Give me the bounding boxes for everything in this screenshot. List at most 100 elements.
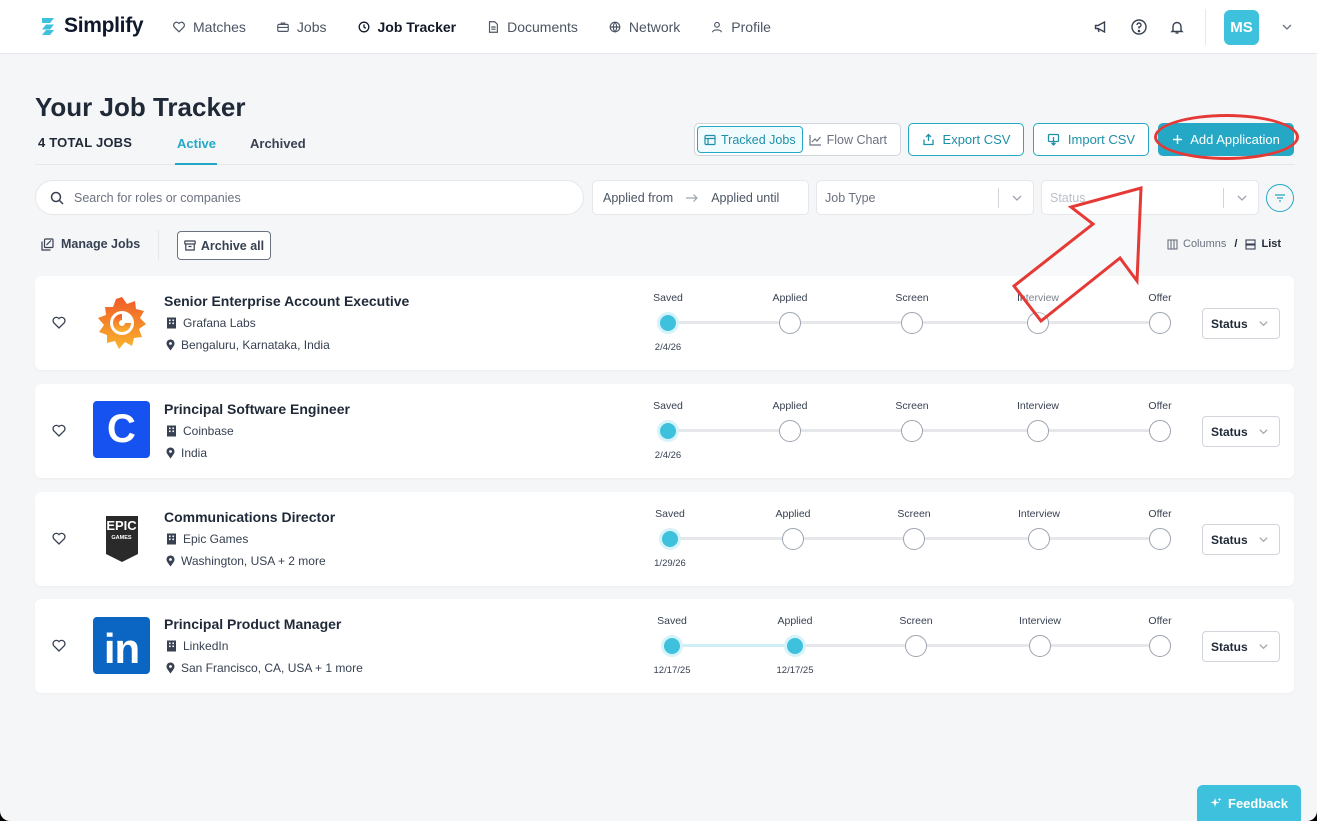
stage-dot-saved[interactable]: [661, 635, 683, 657]
flow-chart-toggle[interactable]: Flow Chart: [803, 126, 893, 153]
archive-all-button[interactable]: Archive all: [177, 231, 271, 260]
job-pipeline: Saved Applied Screen Interview Offer 12/…: [635, 599, 1195, 693]
tab-archived[interactable]: Archived: [250, 136, 306, 151]
annotation-ellipse: [1154, 114, 1299, 160]
heart-icon[interactable]: [52, 316, 66, 329]
heart-icon[interactable]: [52, 424, 66, 437]
tracker-icon: [358, 21, 369, 33]
stage-label-screen: Screen: [899, 615, 933, 627]
job-title[interactable]: Principal Product Manager: [164, 616, 341, 632]
status-dropdown[interactable]: Status: [1202, 416, 1280, 447]
job-title[interactable]: Senior Enterprise Account Executive: [164, 293, 409, 309]
nav-links: Matches Jobs Job Tracker Documents Netwo…: [172, 0, 801, 54]
nav-item-profile[interactable]: Profile: [710, 19, 771, 35]
help-icon[interactable]: [1129, 17, 1149, 37]
building-icon: [167, 640, 176, 652]
export-csv-label: Export CSV: [942, 132, 1011, 147]
columns-icon[interactable]: [1167, 238, 1178, 250]
stage-dot-saved[interactable]: [659, 528, 681, 550]
stage-date: 12/17/25: [653, 665, 691, 676]
applied-until-field[interactable]: Applied until: [711, 191, 779, 205]
job-location: Bengaluru, Karnataka, India: [166, 338, 330, 352]
company-name: Coinbase: [183, 424, 234, 438]
job-title[interactable]: Principal Software Engineer: [164, 401, 350, 417]
chevron-down-icon: [1259, 537, 1268, 543]
stage-label-screen: Screen: [895, 292, 929, 304]
stage-dot-screen[interactable]: [903, 528, 925, 550]
stage-dot-interview[interactable]: [1029, 635, 1051, 657]
manage-icon: [41, 237, 54, 251]
stage-dot-interview[interactable]: [1027, 420, 1049, 442]
nav-item-matches[interactable]: Matches: [172, 19, 246, 35]
feedback-button[interactable]: Feedback: [1197, 785, 1301, 821]
nav-item-jobs[interactable]: Jobs: [276, 19, 327, 35]
list-option[interactable]: List: [1261, 238, 1281, 250]
annotation-arrow: [1011, 186, 1143, 324]
user-icon: [712, 21, 723, 33]
tracked-jobs-toggle[interactable]: Tracked Jobs: [697, 126, 803, 153]
stage-dot-applied[interactable]: [779, 312, 801, 334]
layout-switch: Columns / List: [1167, 238, 1281, 250]
view-toggle: Tracked Jobs Flow Chart: [694, 123, 901, 156]
page-title: Your Job Tracker: [35, 92, 246, 122]
epic-logo-line1: EPIC: [106, 518, 137, 533]
stage-date: 12/17/25: [776, 665, 814, 676]
flow-chart-label: Flow Chart: [826, 132, 888, 147]
stage-dot-saved[interactable]: [657, 312, 679, 334]
heart-icon[interactable]: [52, 639, 66, 652]
job-company: Grafana Labs: [166, 316, 256, 330]
stage-dot-saved[interactable]: [657, 420, 679, 442]
megaphone-icon[interactable]: [1091, 17, 1111, 37]
chevron-down-icon[interactable]: [1277, 17, 1297, 37]
job-type-select[interactable]: Job Type: [816, 180, 1034, 215]
status-dropdown[interactable]: Status: [1202, 631, 1280, 662]
stage-dot-interview[interactable]: [1028, 528, 1050, 550]
status-dropdown[interactable]: Status: [1202, 308, 1280, 339]
stage-dot-offer[interactable]: [1149, 528, 1171, 550]
nav-item-job-tracker[interactable]: Job Tracker: [357, 19, 456, 35]
job-card[interactable]: in Principal Product Manager LinkedIn Sa…: [35, 599, 1294, 693]
stage-dot-screen[interactable]: [901, 420, 923, 442]
pipeline-progress: [672, 644, 795, 647]
stage-date: 1/29/26: [654, 558, 686, 569]
job-card[interactable]: C Principal Software Engineer Coinbase I…: [35, 384, 1294, 478]
job-title[interactable]: Communications Director: [164, 509, 335, 525]
location-pin-icon: [166, 555, 175, 567]
nav-item-network[interactable]: Network: [608, 19, 680, 35]
status-dropdown[interactable]: Status: [1202, 524, 1280, 555]
applied-from-field[interactable]: Applied from: [603, 191, 673, 205]
slash-separator: /: [1234, 238, 1238, 250]
stage-dot-offer[interactable]: [1149, 635, 1171, 657]
tab-active[interactable]: Active: [177, 136, 216, 151]
epic-logo-line2: GAMES: [111, 535, 132, 541]
import-csv-button[interactable]: Import CSV: [1033, 123, 1149, 156]
nav-right: MS: [1091, 0, 1297, 54]
filter-button[interactable]: [1266, 184, 1294, 212]
heart-icon[interactable]: [52, 532, 66, 545]
stage-dot-applied[interactable]: [784, 635, 806, 657]
applied-date-range[interactable]: Applied from Applied until: [592, 180, 809, 215]
stage-dot-offer[interactable]: [1149, 420, 1171, 442]
stage-dot-applied[interactable]: [779, 420, 801, 442]
stage-dot-screen[interactable]: [901, 312, 923, 334]
job-card[interactable]: EPIC GAMES Communications Director Epic …: [35, 492, 1294, 586]
status-value: Status: [1211, 424, 1248, 439]
nav-divider: [1205, 9, 1206, 45]
list-icon[interactable]: [1245, 238, 1257, 250]
bell-icon[interactable]: [1167, 17, 1187, 37]
export-csv-button[interactable]: Export CSV: [908, 123, 1024, 156]
nav-item-documents[interactable]: Documents: [486, 19, 578, 35]
search-input[interactable]: [74, 190, 554, 205]
stage-label-saved: Saved: [657, 615, 687, 627]
stage-dot-screen[interactable]: [905, 635, 927, 657]
stage-dot-applied[interactable]: [782, 528, 804, 550]
columns-option[interactable]: Columns: [1183, 238, 1226, 250]
stage-label-applied: Applied: [775, 508, 811, 520]
location-text: Bengaluru, Karnataka, India: [181, 338, 330, 352]
manage-jobs-button[interactable]: Manage Jobs: [41, 237, 140, 251]
app-frame: Simplify Matches Jobs Job Tracker Docume…: [0, 0, 1317, 821]
brand-logo[interactable]: Simplify: [38, 14, 144, 38]
avatar[interactable]: MS: [1224, 9, 1259, 45]
import-csv-label: Import CSV: [1067, 132, 1136, 147]
stage-label-applied: Applied: [772, 400, 808, 412]
